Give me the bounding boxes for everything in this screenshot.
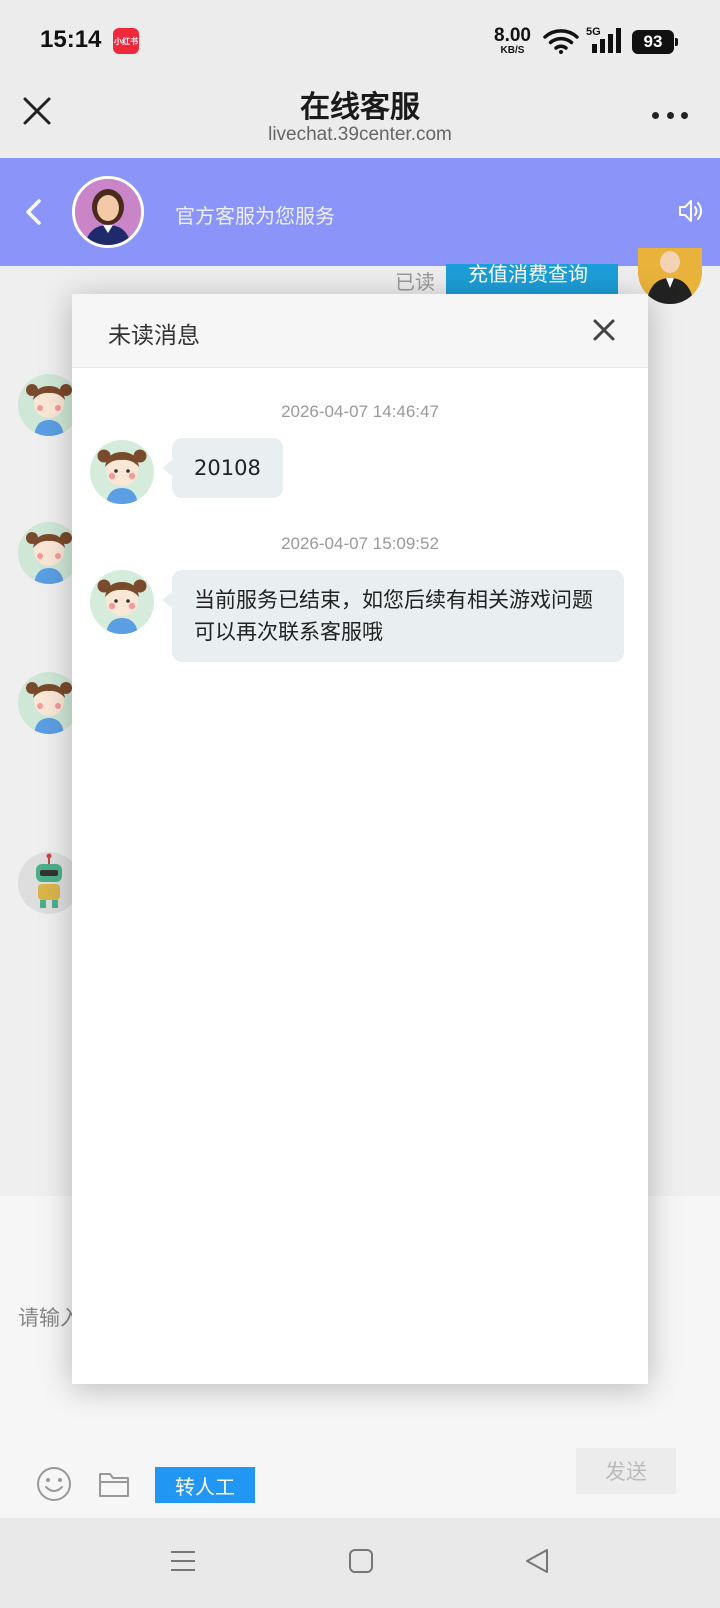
speaker-icon[interactable] [677,198,703,224]
home-icon[interactable] [348,1548,374,1574]
message-bubble: 20108 [162,438,283,498]
agent-avatar [90,570,154,634]
message-timestamp: 2026-04-07 14:46:47 [281,402,439,421]
wifi-icon [543,29,579,54]
battery-indicator: 93 [632,30,678,54]
page-url: livechat.39center.com [268,124,452,145]
agent-avatar [90,440,154,504]
service-text: 官方客服为您服务 [175,204,335,228]
more-options-icon[interactable] [652,112,688,122]
xiaohongshu-app-icon: 小红书 [113,28,139,54]
agent-avatar [18,672,80,734]
unread-messages-dialog: 未读消息 2026-04-07 14:46:47 20108 2026-04-0… [72,294,648,1384]
agent-avatar [72,176,144,248]
user-message-bubble[interactable]: 充值消费查询 [446,264,618,294]
back-icon[interactable] [524,1548,550,1574]
close-icon[interactable] [592,318,616,342]
message-bubble: 当前服务已结束，如您后续有相关游戏问题可以再次联系客服哦 [162,570,624,662]
send-button[interactable]: 发送 [576,1448,676,1494]
message-timestamp: 2026-04-07 15:09:52 [281,534,439,553]
network-speed: 8.00 KB/S [494,26,531,56]
agent-avatar [18,374,80,436]
back-arrow-icon[interactable] [24,198,42,226]
menu-icon[interactable] [170,1548,196,1574]
dialog-title: 未读消息 [108,323,200,349]
status-bar: 15:14 小红书 8.00 KB/S 5G 93 [0,0,720,80]
network-speed-unit: KB/S [500,45,525,56]
robot-avatar [18,852,80,914]
agent-avatar [18,522,80,584]
dialog-header: 未读消息 [72,294,648,368]
chat-header: 官方客服为您服务 [0,158,720,266]
browser-title-bar: 在线客服 livechat.39center.com [0,80,720,158]
emoji-icon[interactable] [36,1466,72,1502]
folder-icon[interactable] [98,1470,130,1498]
signal-icon [592,28,621,53]
system-nav-bar [0,1518,720,1608]
status-time: 15:14 [40,26,102,53]
transfer-to-human-button[interactable]: 转人工 [155,1467,255,1503]
read-status: 已读 [395,270,435,294]
page-title: 在线客服 [300,90,420,125]
network-speed-value: 8.00 [494,25,531,46]
